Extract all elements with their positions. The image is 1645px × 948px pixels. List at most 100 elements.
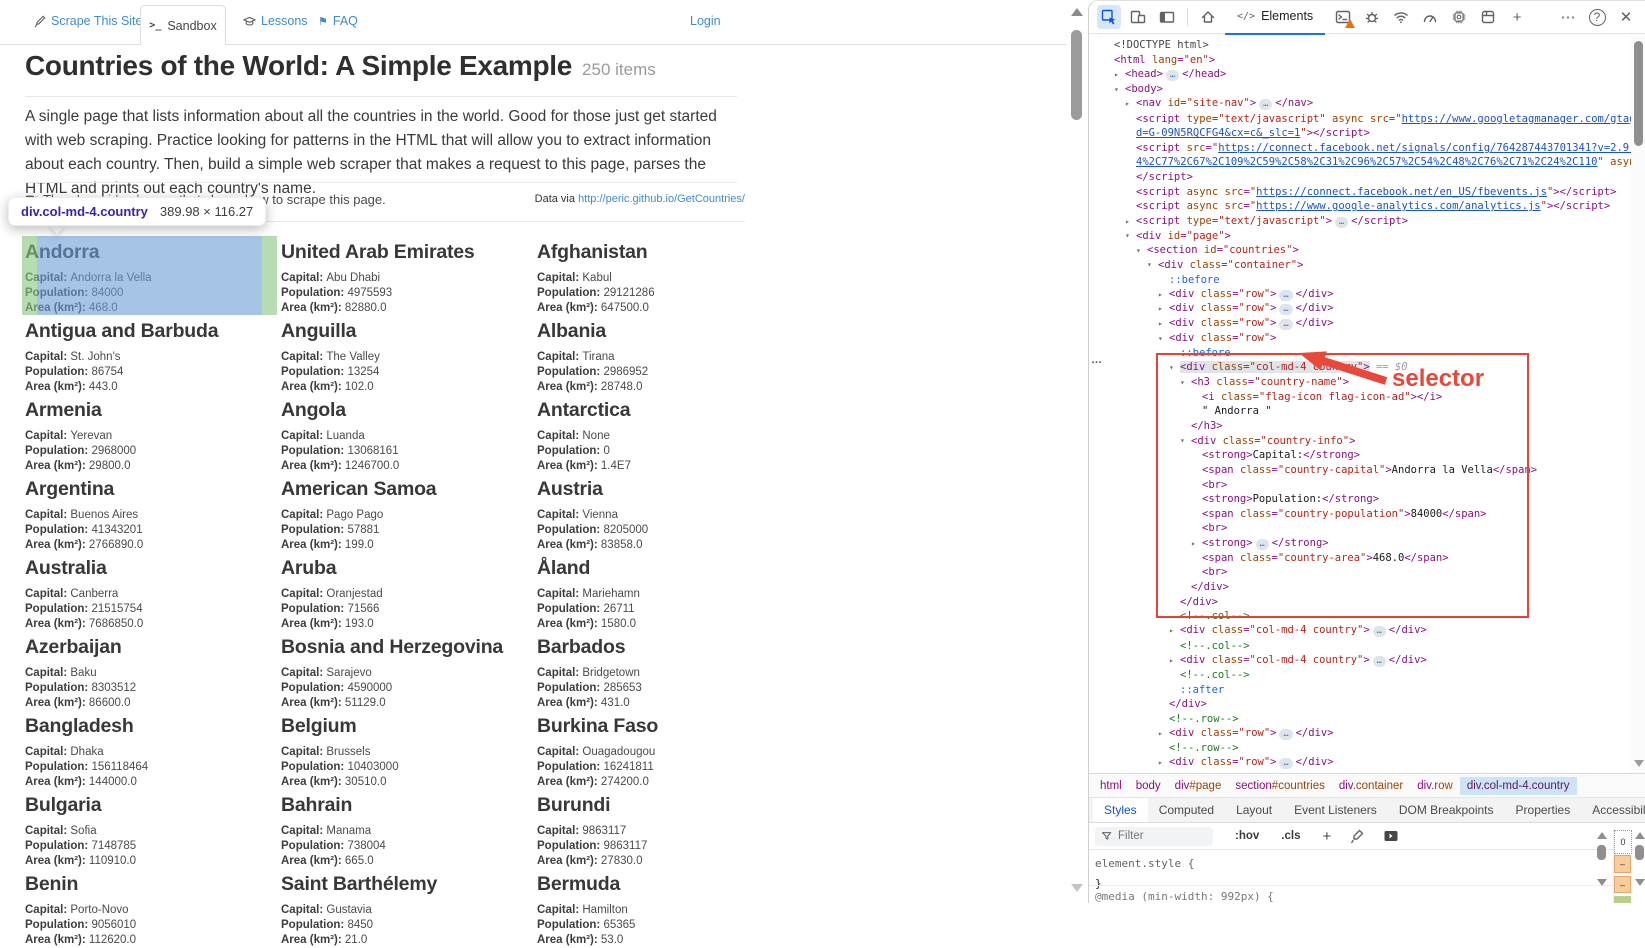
- nav-tab-lessons[interactable]: Lessons: [243, 14, 308, 28]
- network-tool-button[interactable]: [1389, 5, 1413, 29]
- scroll-up-arrow[interactable]: [1071, 8, 1083, 16]
- code-line[interactable]: ▸<div class="col-md-4 country">…</div>: [1103, 653, 1631, 668]
- code-line[interactable]: ▾<body>: [1103, 82, 1631, 97]
- code-line[interactable]: </div>: [1103, 697, 1631, 712]
- breadcrumb-item[interactable]: body: [1129, 777, 1168, 795]
- code-line[interactable]: ▸<div class="col-md-4 country">…</div>: [1103, 624, 1631, 639]
- nav-brand-link[interactable]: Scrape This Site: [33, 14, 142, 28]
- code-line[interactable]: ▸<strong>…</strong>: [1103, 536, 1631, 551]
- styles-scrollbar-thumb[interactable]: [1597, 845, 1606, 860]
- styles-pane-scrollbar[interactable]: [1595, 828, 1608, 903]
- data-source-link[interactable]: http://peric.github.io/GetCountries/: [578, 193, 745, 205]
- code-line[interactable]: ::before: [1103, 272, 1631, 287]
- selected-node-menu-dots[interactable]: …: [1091, 354, 1103, 366]
- code-line[interactable]: ▾<section id="countries">: [1103, 243, 1631, 258]
- toggle-hover-state-button[interactable]: :hov: [1235, 830, 1259, 842]
- breadcrumb-item[interactable]: div.container: [1332, 777, 1410, 795]
- more-tabs-button[interactable]: +: [1505, 5, 1529, 29]
- code-line[interactable]: d=G-09N5RQCFG4&cx=c&_slc=1"></script>: [1103, 126, 1631, 141]
- breadcrumb-item[interactable]: div#page: [1168, 777, 1229, 795]
- code-line[interactable]: ▾<div class="country-info">: [1103, 433, 1631, 448]
- code-line[interactable]: ▾<div class="container">: [1103, 258, 1631, 273]
- sidebar-tab-styles[interactable]: Styles: [1093, 798, 1148, 822]
- code-line[interactable]: ::after: [1103, 682, 1631, 697]
- expand-arrow-icon[interactable]: ▸: [1125, 217, 1136, 226]
- code-line[interactable]: <span class="country-area">468.0</span>: [1103, 550, 1631, 565]
- breadcrumb-item[interactable]: html: [1093, 777, 1129, 795]
- code-line[interactable]: ▸<script type="text/javascript">…</scrip…: [1103, 214, 1631, 229]
- nav-tab-sandbox[interactable]: >_ Sandbox: [140, 5, 226, 45]
- code-line[interactable]: <!--.col-->: [1103, 638, 1631, 653]
- login-link[interactable]: Login: [690, 14, 721, 28]
- toggle-class-button[interactable]: .cls: [1281, 830, 1300, 842]
- rendering-brush-icon[interactable]: [1349, 828, 1365, 844]
- page-scrollbar[interactable]: [1066, 0, 1088, 902]
- application-tool-button[interactable]: [1476, 5, 1500, 29]
- tab-elements[interactable]: </> Elements: [1225, 0, 1325, 35]
- sidebar-tab-dom-breakpoints[interactable]: DOM Breakpoints: [1388, 798, 1505, 822]
- sidebar-tab-event-listeners[interactable]: Event Listeners: [1283, 798, 1388, 822]
- collapse-arrow-icon[interactable]: ▾: [1180, 436, 1191, 445]
- code-line[interactable]: ▸<div class="row">…</div>: [1103, 755, 1631, 770]
- code-line[interactable]: <!--.col-->: [1103, 668, 1631, 683]
- code-line[interactable]: ▸<div class="row">…</div>: [1103, 316, 1631, 331]
- code-line[interactable]: </div>: [1103, 580, 1631, 595]
- code-line[interactable]: </script>: [1103, 170, 1631, 185]
- collapse-arrow-icon[interactable]: ▾: [1114, 85, 1125, 94]
- expand-arrow-icon[interactable]: ▸: [1158, 319, 1169, 328]
- page-scrollbar-thumb[interactable]: [1071, 30, 1082, 120]
- panel-layout-button[interactable]: [1155, 5, 1179, 29]
- new-style-rule-button[interactable]: +: [1322, 828, 1331, 845]
- code-line[interactable]: ▾<div id="page">: [1103, 228, 1631, 243]
- sidebar-tab-properties[interactable]: Properties: [1505, 798, 1582, 822]
- code-line[interactable]: <span class="country-population">84000</…: [1103, 507, 1631, 522]
- expand-arrow-icon[interactable]: ▸: [1191, 539, 1202, 548]
- collapse-arrow-icon[interactable]: ▾: [1180, 378, 1191, 387]
- sidebar-tab-layout[interactable]: Layout: [1225, 798, 1283, 822]
- scroll-down-arrow[interactable]: [1071, 884, 1083, 892]
- expand-arrow-icon[interactable]: ▸: [1114, 70, 1125, 79]
- help-button[interactable]: ?: [1585, 5, 1609, 29]
- inspect-element-button[interactable]: [1097, 5, 1121, 29]
- collapse-arrow-icon[interactable]: ▾: [1169, 363, 1180, 372]
- computed-sidebar-toggle-icon[interactable]: [1383, 828, 1399, 844]
- close-devtools-button[interactable]: ✕: [1614, 5, 1638, 29]
- code-line[interactable]: ▸<nav id="site-nav">…</nav>: [1103, 97, 1631, 112]
- code-line[interactable]: " Andorra ": [1103, 404, 1631, 419]
- more-options-button[interactable]: ⋯: [1556, 5, 1580, 29]
- issues-tool-button[interactable]: [1360, 5, 1384, 29]
- sidebar-tab-computed[interactable]: Computed: [1148, 798, 1225, 822]
- code-line[interactable]: <br>: [1103, 477, 1631, 492]
- expand-arrow-icon[interactable]: ▸: [1158, 290, 1169, 299]
- code-line[interactable]: 4%2C77%2C67%2C109%2C59%2C58%2C31%2C96%2C…: [1103, 155, 1631, 170]
- right-scrollbar-thumb[interactable]: [1635, 845, 1644, 860]
- code-line[interactable]: <strong>Population:</strong>: [1103, 492, 1631, 507]
- code-line[interactable]: <script async src="https://www.google-an…: [1103, 199, 1631, 214]
- code-line[interactable]: <i class="flag-icon flag-icon-ad"></i>: [1103, 389, 1631, 404]
- expand-arrow-icon[interactable]: ▸: [1169, 656, 1180, 665]
- nav-tab-faq[interactable]: ⚑ FAQ: [318, 14, 358, 28]
- tree-scroll-down-arrow[interactable]: [1634, 760, 1644, 767]
- code-line[interactable]: <html lang="en">: [1103, 53, 1631, 68]
- code-line[interactable]: <script type="text/javascript" async src…: [1103, 111, 1631, 126]
- code-line[interactable]: <strong>Capital:</strong>: [1103, 448, 1631, 463]
- devtools-right-scrollbar[interactable]: [1633, 828, 1645, 903]
- code-line[interactable]: <span class="country-capital">Andorra la…: [1103, 463, 1631, 478]
- collapse-arrow-icon[interactable]: ▾: [1125, 231, 1136, 240]
- code-line[interactable]: <script src="https://connect.facebook.ne…: [1103, 140, 1631, 155]
- console-tool-button[interactable]: [1331, 5, 1355, 29]
- breadcrumb-item[interactable]: div.row: [1410, 777, 1460, 795]
- breadcrumb-item[interactable]: div.col-md-4.country: [1460, 777, 1577, 795]
- breadcrumb-item[interactable]: section#countries: [1228, 777, 1332, 795]
- code-line[interactable]: <!--.row-->: [1103, 711, 1631, 726]
- expand-arrow-icon[interactable]: ▸: [1158, 729, 1169, 738]
- sidebar-tab-accessibility[interactable]: Accessibility: [1581, 798, 1645, 822]
- code-line[interactable]: ::before: [1103, 345, 1631, 360]
- style-filter-input[interactable]: Filter: [1095, 827, 1213, 846]
- collapse-arrow-icon[interactable]: ▾: [1158, 334, 1169, 343]
- code-line[interactable]: ▾<div class="row">: [1103, 331, 1631, 346]
- expand-arrow-icon[interactable]: ▸: [1169, 626, 1180, 635]
- collapse-arrow-icon[interactable]: ▾: [1136, 246, 1147, 255]
- element-style-rule[interactable]: element.style { }: [1095, 854, 1194, 894]
- code-line[interactable]: ▸<div class="row">…</div>: [1103, 726, 1631, 741]
